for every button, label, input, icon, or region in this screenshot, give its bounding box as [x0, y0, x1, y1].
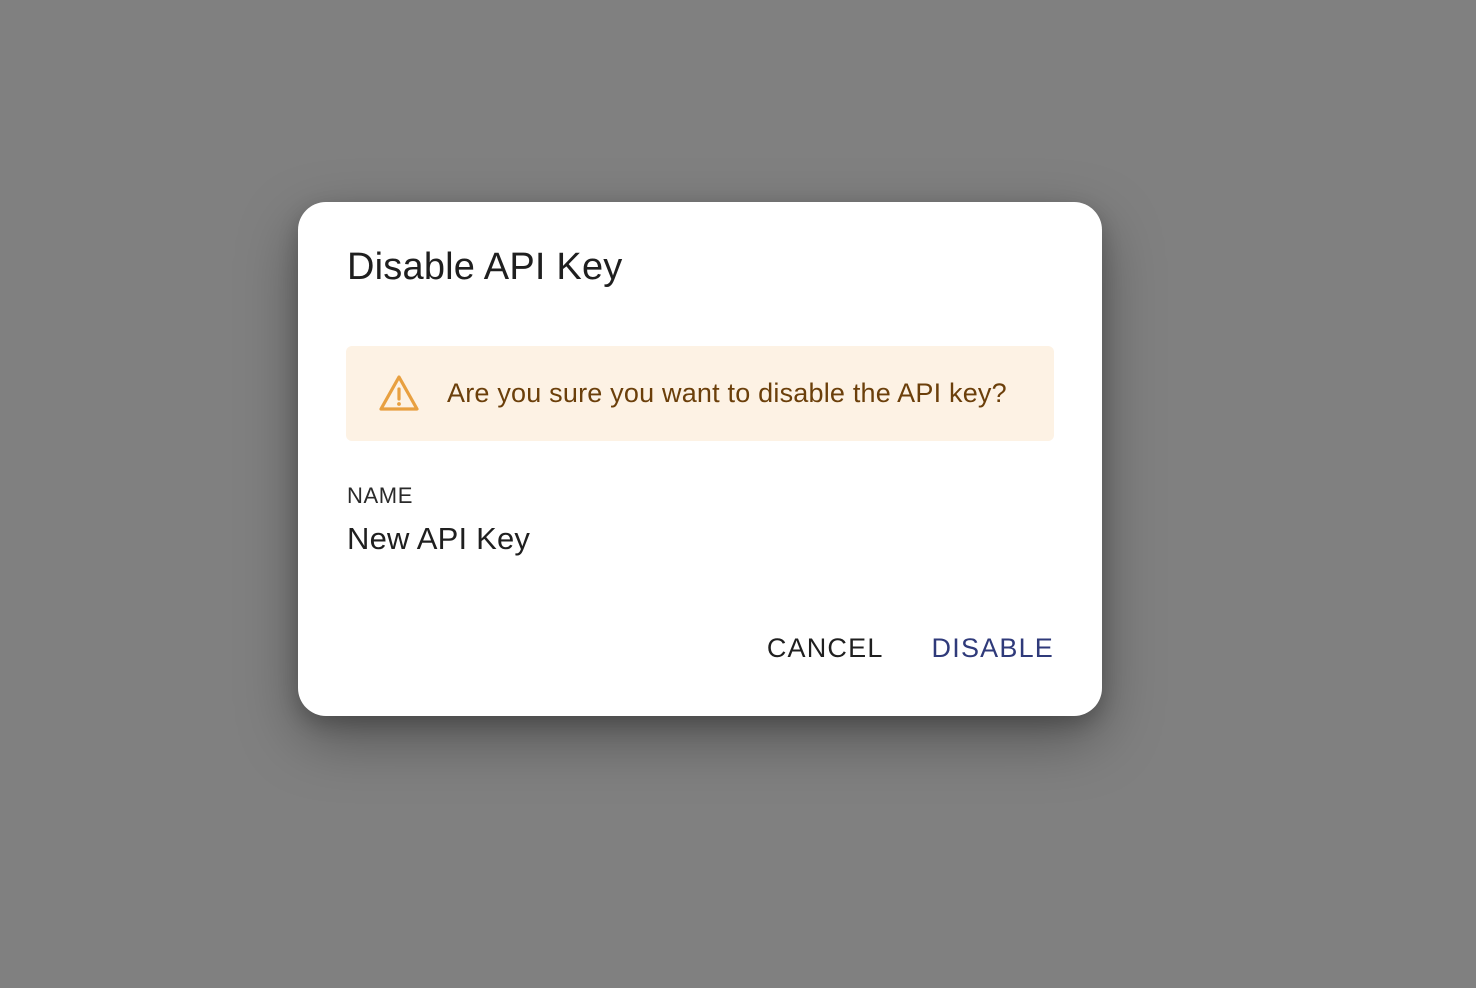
- warning-triangle-icon: [378, 374, 420, 412]
- warning-message: Are you sure you want to disable the API…: [447, 378, 1007, 408]
- warning-alert: Are you sure you want to disable the API…: [346, 346, 1054, 441]
- dialog-title: Disable API Key: [347, 246, 623, 288]
- disable-api-key-dialog: Disable API Key Are you sure you want to…: [298, 202, 1102, 716]
- name-field-label: NAME: [347, 483, 413, 508]
- dialog-actions: CANCEL DISABLE: [767, 630, 1054, 666]
- disable-button[interactable]: DISABLE: [932, 630, 1054, 666]
- cancel-button[interactable]: CANCEL: [767, 630, 884, 666]
- name-field-value: New API Key: [347, 521, 531, 556]
